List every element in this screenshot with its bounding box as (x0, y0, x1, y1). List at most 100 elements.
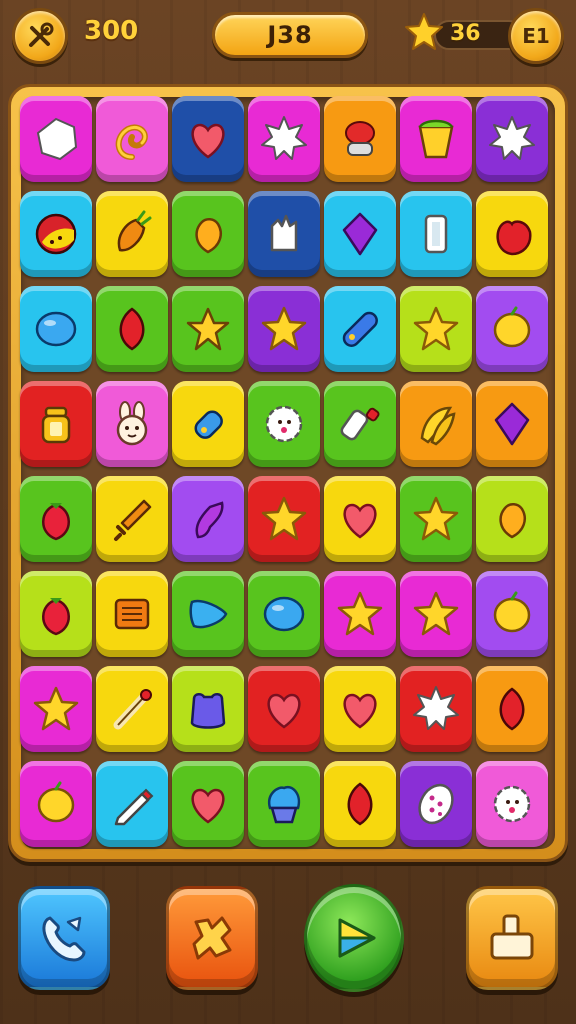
settings-button[interactable] (12, 8, 68, 64)
burst-icon (413, 686, 459, 730)
star-bolt-icon (186, 307, 230, 351)
tile-r1-c4[interactable] (248, 96, 320, 182)
tile-r8-c6[interactable] (400, 761, 472, 847)
tile-r6-c7[interactable] (476, 571, 548, 657)
level-badge[interactable]: E1 (508, 8, 564, 64)
oval-icon (263, 596, 305, 632)
tile-r4-c6[interactable] (400, 381, 472, 467)
ball-icon (35, 213, 77, 255)
tile-r3-c1[interactable] (20, 286, 92, 372)
tile-r6-c5[interactable] (324, 571, 396, 657)
tile-r3-c6[interactable] (400, 286, 472, 372)
tile-r8-c5[interactable] (324, 761, 396, 847)
tile-r5-c6[interactable] (400, 476, 472, 562)
shuffle-button[interactable] (166, 886, 258, 990)
flower-icon (265, 405, 303, 443)
tile-r2-c1[interactable] (20, 191, 92, 277)
star-icon (33, 686, 79, 731)
tile-r6-c3[interactable] (172, 571, 244, 657)
phone-button[interactable] (18, 886, 110, 990)
tile-r2-c6[interactable] (400, 191, 472, 277)
tile-r3-c2[interactable] (96, 286, 168, 372)
tile-r4-c3[interactable] (172, 381, 244, 467)
heart-icon (343, 503, 377, 539)
carrot-icon (117, 210, 152, 252)
tile-r2-c2[interactable] (96, 191, 168, 277)
bag-icon (190, 693, 226, 729)
tile-r2-c4[interactable] (248, 191, 320, 277)
cup-icon (418, 119, 454, 159)
tile-r2-c7[interactable] (476, 191, 548, 277)
tile-r7-c4[interactable] (248, 666, 320, 752)
tile-r6-c4[interactable] (248, 571, 320, 657)
star-icon (337, 591, 383, 636)
tile-r3-c4[interactable] (248, 286, 320, 372)
tile-r8-c1[interactable] (20, 761, 92, 847)
egg-icon (418, 783, 454, 825)
star-icon (413, 496, 459, 541)
box-icon (114, 598, 150, 630)
berry-icon (42, 503, 70, 541)
tile-r1-c7[interactable] (476, 96, 548, 182)
tile-r4-c5[interactable] (324, 381, 396, 467)
button-icon (345, 121, 375, 156)
tile-r2-c5[interactable] (324, 191, 396, 277)
tile-r1-c2[interactable] (96, 96, 168, 182)
play-button[interactable] (304, 884, 404, 992)
tile-r3-c7[interactable] (476, 286, 548, 372)
star-icon (413, 306, 459, 351)
lock-button[interactable] (466, 886, 558, 990)
level-label: E1 (522, 24, 550, 48)
lemon-icon (37, 781, 75, 823)
star-icon (413, 591, 459, 636)
heart-icon (191, 788, 225, 824)
phone-icon (42, 916, 86, 962)
play-icon (338, 918, 376, 958)
pencil-icon (114, 788, 154, 826)
sword-icon (114, 499, 152, 541)
tile-r5-c2[interactable] (96, 476, 168, 562)
tile-r5-c5[interactable] (324, 476, 396, 562)
tile-r3-c5[interactable] (324, 286, 396, 372)
tile-r8-c2[interactable] (96, 761, 168, 847)
tile-r6-c6[interactable] (400, 571, 472, 657)
tile-r7-c1[interactable] (20, 666, 92, 752)
tile-r6-c1[interactable] (20, 571, 92, 657)
score-value: 300 (84, 16, 139, 46)
tile-r4-c7[interactable] (476, 381, 548, 467)
tile-r7-c3[interactable] (172, 666, 244, 752)
tile-r6-c2[interactable] (96, 571, 168, 657)
heart-icon (343, 693, 377, 729)
bottom-controls (0, 872, 576, 1024)
tile-r1-c1[interactable] (20, 96, 92, 182)
tile-r1-c5[interactable] (324, 96, 396, 182)
tile-r4-c2[interactable] (96, 381, 168, 467)
tile-r5-c4[interactable] (248, 476, 320, 562)
tile-r4-c4[interactable] (248, 381, 320, 467)
jar-icon (41, 406, 71, 444)
cupcake-icon (267, 785, 301, 824)
tile-r7-c5[interactable] (324, 666, 396, 752)
tile-r5-c3[interactable] (172, 476, 244, 562)
tile-r1-c6[interactable] (400, 96, 472, 182)
hexagon-icon (36, 117, 78, 161)
star-counter: 36 (404, 12, 524, 56)
burst-icon (261, 116, 307, 160)
tile-r1-c3[interactable] (172, 96, 244, 182)
tile-r7-c7[interactable] (476, 666, 548, 752)
tile-r5-c1[interactable] (20, 476, 92, 562)
tile-r5-c7[interactable] (476, 476, 548, 562)
tile-r8-c3[interactable] (172, 761, 244, 847)
boot-icon (195, 501, 224, 539)
tile-r3-c3[interactable] (172, 286, 244, 372)
tile-r8-c7[interactable] (476, 761, 548, 847)
tile-r2-c3[interactable] (172, 191, 244, 277)
tools-icon (29, 22, 54, 47)
tile-r7-c2[interactable] (96, 666, 168, 752)
heart-icon (191, 123, 225, 159)
leaf-icon (119, 307, 145, 351)
tile-r7-c6[interactable] (400, 666, 472, 752)
tile-r4-c1[interactable] (20, 381, 92, 467)
apple-icon (496, 220, 532, 256)
tile-r8-c4[interactable] (248, 761, 320, 847)
